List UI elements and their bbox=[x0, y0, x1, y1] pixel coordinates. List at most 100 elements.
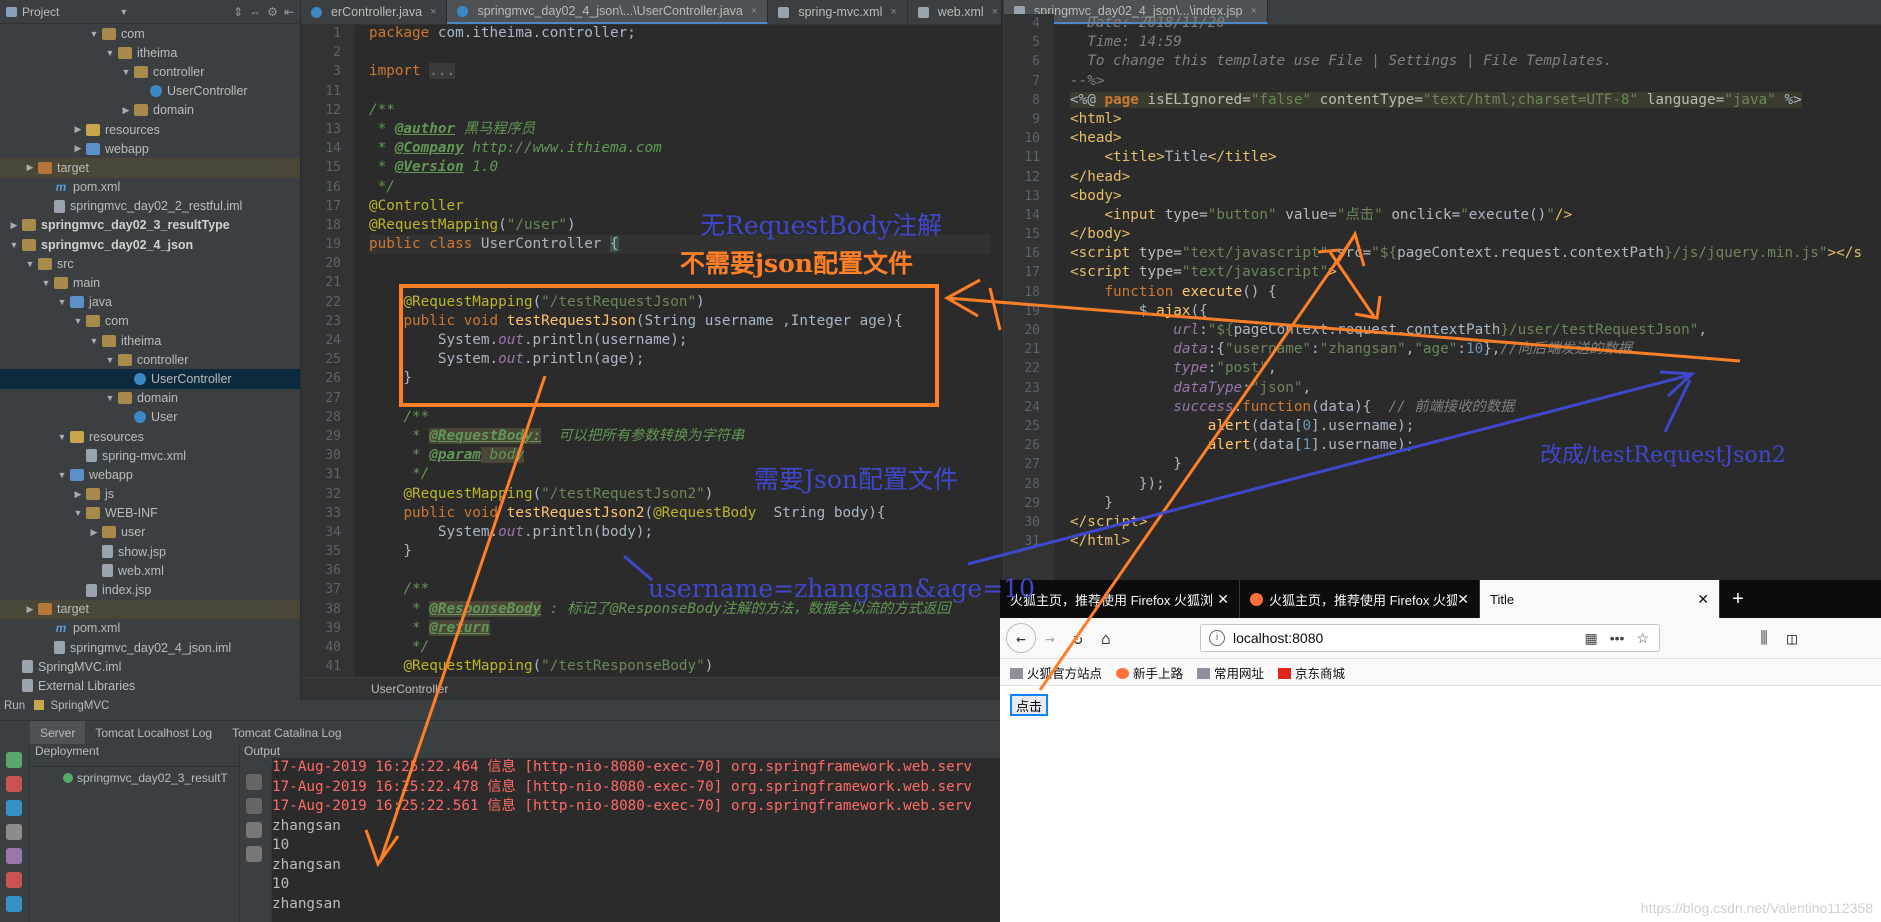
tree-item[interactable]: ▶ domain bbox=[0, 101, 300, 120]
tree-item[interactable]: ▼ WEB-INF bbox=[0, 504, 300, 523]
tree-item[interactable]: ▶ resources bbox=[0, 120, 300, 139]
tree-item[interactable]: springmvc_day02_4_json.iml bbox=[0, 638, 300, 657]
expand-icon[interactable]: ▶ bbox=[8, 220, 20, 231]
reload-icon[interactable]: ↻ bbox=[1064, 624, 1092, 652]
expand-icon[interactable]: ▼ bbox=[56, 470, 68, 480]
tree-item[interactable]: User bbox=[0, 408, 300, 427]
sync-icon[interactable]: ⇕ bbox=[233, 5, 243, 19]
run-tab[interactable]: Tomcat Localhost Log bbox=[85, 721, 222, 745]
run-config[interactable]: SpringMVC bbox=[51, 700, 110, 712]
tree-item[interactable]: ▼ com bbox=[0, 24, 300, 43]
tree-item[interactable]: index.jsp bbox=[0, 580, 300, 599]
expand-icon[interactable]: ▶ bbox=[120, 105, 132, 116]
expand-icon[interactable]: ▼ bbox=[104, 355, 116, 365]
tree-item[interactable]: ▶ webapp bbox=[0, 139, 300, 158]
dropdown-icon[interactable]: ▼ bbox=[119, 7, 128, 17]
tree-item[interactable]: ▼ src bbox=[0, 254, 300, 273]
tree-item[interactable]: m pom.xml bbox=[0, 619, 300, 638]
expand-icon[interactable]: ▼ bbox=[72, 316, 84, 326]
tree-item[interactable]: ▼ controller bbox=[0, 62, 300, 81]
tree-item[interactable]: m pom.xml bbox=[0, 178, 300, 197]
home-icon[interactable]: ⌂ bbox=[1092, 624, 1120, 652]
browser-tab[interactable]: Title ✕ bbox=[1480, 580, 1720, 618]
close-tab-icon[interactable]: ✕ bbox=[1697, 591, 1709, 608]
rerun-icon[interactable] bbox=[6, 752, 22, 768]
close-tab-icon[interactable]: ✕ bbox=[1457, 591, 1469, 608]
tree-item[interactable]: spring-mvc.xml bbox=[0, 446, 300, 465]
expand-icon[interactable]: ▼ bbox=[104, 393, 116, 403]
editor-tab[interactable]: spring-mvc.xml × bbox=[768, 0, 908, 24]
tree-item[interactable]: ▼ webapp bbox=[0, 465, 300, 484]
gear-icon[interactable]: ⚙ bbox=[267, 5, 278, 19]
expand-icon[interactable]: ▼ bbox=[56, 297, 68, 307]
expand-icon[interactable]: ▼ bbox=[88, 29, 100, 39]
close-tab-icon[interactable]: × bbox=[430, 0, 436, 24]
expand-icon[interactable]: ▼ bbox=[120, 67, 132, 77]
tree-item[interactable]: ▼ domain bbox=[0, 389, 300, 408]
qr-icon[interactable]: ▦ bbox=[1584, 630, 1597, 647]
expand-icon[interactable]: ▼ bbox=[104, 48, 116, 58]
expand-icon[interactable]: ▶ bbox=[24, 604, 36, 615]
run-tab[interactable]: Server bbox=[30, 721, 86, 745]
tree-item[interactable]: UserController bbox=[0, 369, 300, 389]
tree-item[interactable]: ▶ target bbox=[0, 158, 300, 178]
expand-icon[interactable]: ▼ bbox=[56, 432, 68, 442]
star-icon[interactable]: ☆ bbox=[1636, 630, 1649, 647]
print-icon[interactable] bbox=[246, 846, 262, 862]
expand-icon[interactable]: ▼ bbox=[88, 336, 100, 346]
library-icon[interactable]: ⫼ bbox=[1750, 624, 1778, 652]
close-tab-icon[interactable]: ✕ bbox=[1217, 591, 1229, 608]
tree-item[interactable]: ▼ com bbox=[0, 312, 300, 331]
url-bar[interactable]: i localhost:8080 ▦ ••• ☆ bbox=[1200, 624, 1660, 652]
tree-item[interactable]: web.xml bbox=[0, 561, 300, 580]
editor-tab[interactable]: erController.java × bbox=[301, 0, 448, 24]
expand-icon[interactable]: ▶ bbox=[72, 143, 84, 154]
editor-tab[interactable]: springmvc_day02_4_json\...\UserControlle… bbox=[447, 0, 769, 24]
stop-icon[interactable] bbox=[6, 776, 22, 792]
tree-item[interactable]: SpringMVC.iml bbox=[0, 657, 300, 676]
expand-icon[interactable]: ▶ bbox=[72, 489, 84, 500]
close-icon[interactable] bbox=[6, 872, 22, 888]
sidebar-icon[interactable]: ◫ bbox=[1778, 624, 1806, 652]
scroll-up-icon[interactable] bbox=[246, 774, 262, 790]
browser-tab[interactable]: 火狐主页，推荐使用 Firefox 火狐浏 ✕ bbox=[1000, 580, 1240, 618]
tree-item[interactable]: ▼ itheima bbox=[0, 331, 300, 350]
tree-item[interactable]: External Libraries bbox=[0, 676, 300, 695]
scroll-down-icon[interactable] bbox=[246, 798, 262, 814]
forward-icon[interactable]: → bbox=[1036, 624, 1064, 652]
tree-item[interactable]: ▼ springmvc_day02_4_json bbox=[0, 235, 300, 254]
deploy-icon[interactable] bbox=[6, 824, 22, 840]
expand-icon[interactable]: ▼ bbox=[8, 240, 20, 250]
collapse-icon[interactable]: ⇔ bbox=[249, 5, 261, 19]
expand-icon[interactable]: ▼ bbox=[40, 278, 52, 288]
jsp-code-area[interactable]: Date: 2018/11/20 Time: 14:59 To change t… bbox=[1070, 14, 1872, 551]
click-button[interactable]: 点击 bbox=[1010, 694, 1049, 716]
close-tab-icon[interactable]: × bbox=[751, 0, 757, 23]
browser-tab[interactable]: 火狐主页，推荐使用 Firefox 火狐浏 ✕ bbox=[1240, 580, 1480, 618]
refresh-icon[interactable] bbox=[6, 800, 22, 816]
bookmark-item[interactable]: 京东商城 bbox=[1278, 663, 1345, 682]
expand-icon[interactable]: ▶ bbox=[72, 124, 84, 135]
bookmark-item[interactable]: 火狐官方站点 bbox=[1010, 663, 1102, 682]
tree-item[interactable]: ▼ main bbox=[0, 273, 300, 292]
tree-item[interactable]: ▼ resources bbox=[0, 427, 300, 446]
tree-item[interactable]: ▶ js bbox=[0, 485, 300, 504]
bookmark-item[interactable]: 新手上路 bbox=[1116, 663, 1183, 682]
hide-icon[interactable]: ⇤ bbox=[284, 5, 294, 19]
new-tab-button[interactable]: + bbox=[1720, 580, 1756, 618]
wrap-icon[interactable] bbox=[246, 822, 262, 838]
tree-item[interactable]: springmvc_day02_2_restful.iml bbox=[0, 197, 300, 216]
bookmark-item[interactable]: 常用网址 bbox=[1197, 663, 1264, 682]
run-tab[interactable]: Tomcat Catalina Log bbox=[222, 721, 351, 745]
expand-icon[interactable]: ▶ bbox=[24, 162, 36, 173]
tree-item[interactable]: ▼ java bbox=[0, 293, 300, 312]
tree-item[interactable]: ▶ springmvc_day02_3_resultType bbox=[0, 216, 300, 235]
close-tab-icon[interactable]: × bbox=[890, 0, 896, 24]
close-tab-icon[interactable]: × bbox=[992, 0, 998, 24]
pin-icon[interactable] bbox=[6, 848, 22, 864]
more-icon[interactable]: ••• bbox=[1610, 630, 1625, 647]
breadcrumb[interactable]: UserController bbox=[301, 677, 1001, 700]
deployment-item[interactable]: springmvc_day02_3_resultT bbox=[29, 767, 239, 789]
back-icon[interactable]: ← bbox=[1006, 623, 1036, 653]
tree-item[interactable]: ▼ itheima bbox=[0, 43, 300, 62]
